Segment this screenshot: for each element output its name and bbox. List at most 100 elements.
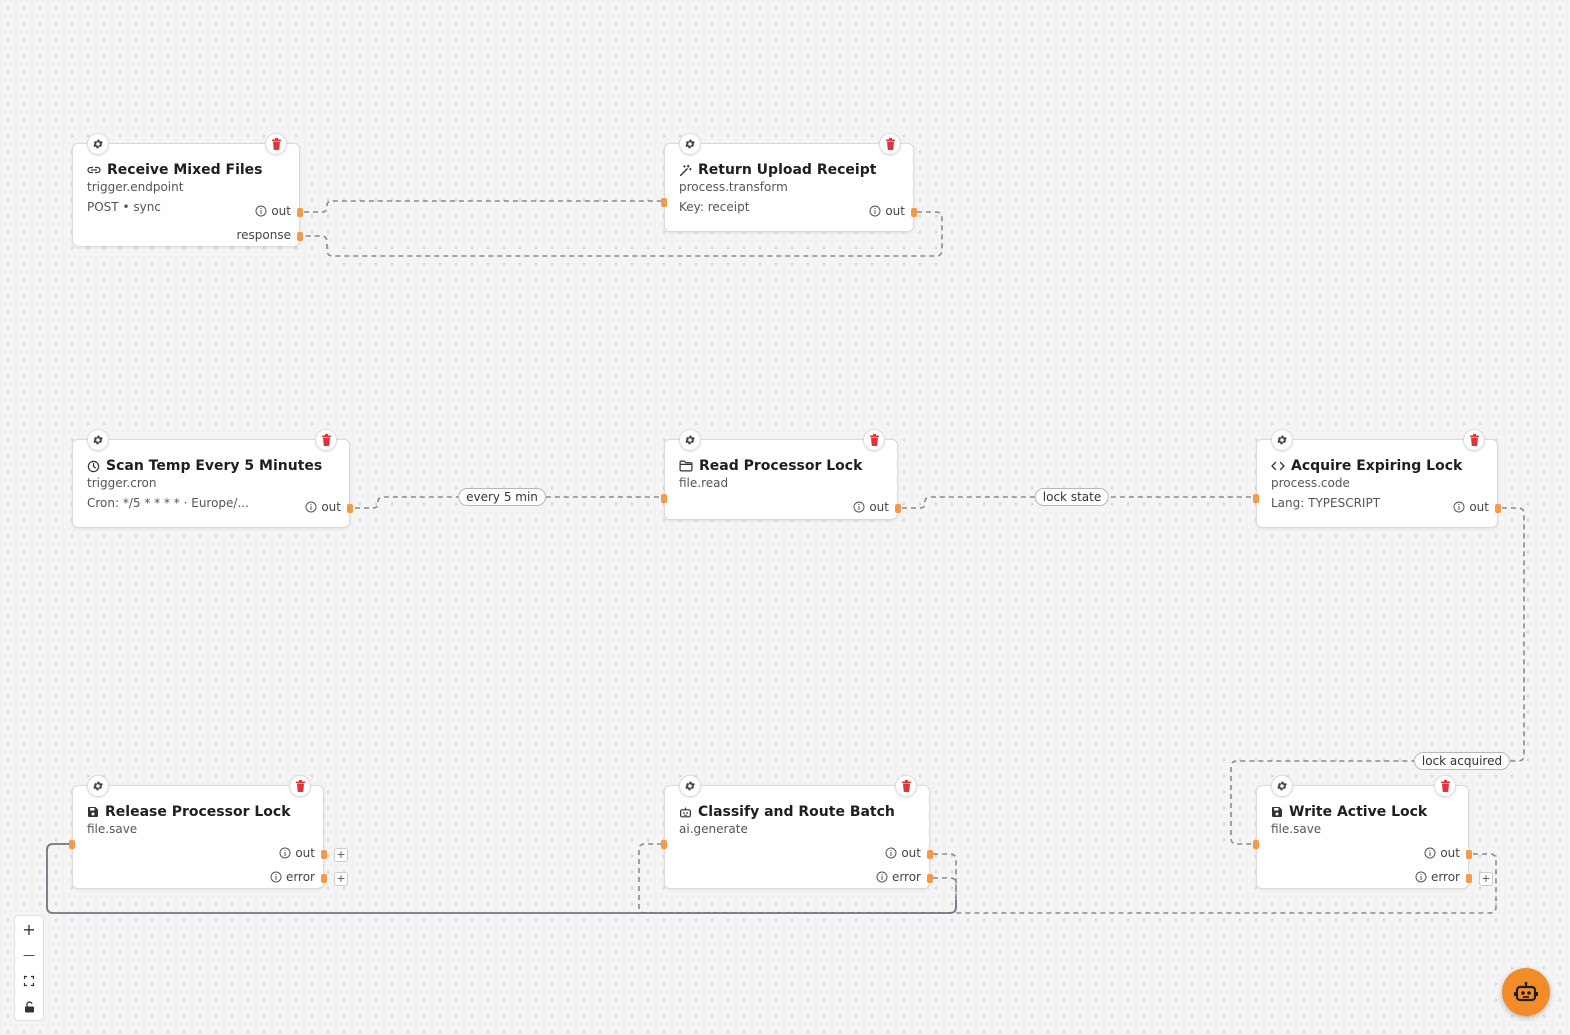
output-port-out[interactable] (911, 208, 917, 217)
edge-label-every-5-min[interactable]: every 5 min (458, 488, 546, 506)
port-label-error: error (891, 870, 921, 884)
output-port-row-response: response (232, 228, 299, 242)
trash-icon (1440, 780, 1450, 792)
node-release-processor-lock[interactable]: Release Processor Lock file.save out err… (69, 775, 348, 889)
node-delete-button[interactable] (315, 429, 337, 451)
workflow-canvas[interactable]: every 5 min lock state lock acquired Rec… (0, 0, 1570, 1035)
node-settings-button[interactable] (679, 133, 701, 155)
output-port-out[interactable] (1466, 850, 1472, 859)
info-icon (279, 847, 291, 859)
clock-icon (87, 460, 100, 472)
node-delete-button[interactable] (265, 133, 287, 155)
input-port[interactable] (661, 198, 667, 207)
output-port-error[interactable] (927, 874, 933, 883)
output-port-out[interactable] (347, 504, 353, 513)
output-port-row-out: out (869, 204, 913, 218)
node-delete-button[interactable] (879, 133, 901, 155)
node-settings-button[interactable] (679, 775, 701, 797)
node-settings-button[interactable] (679, 429, 701, 451)
node-type: process.transform (679, 180, 788, 194)
input-port[interactable] (1253, 494, 1259, 503)
input-port[interactable] (661, 494, 667, 503)
input-port[interactable] (69, 840, 75, 849)
info-icon (1424, 847, 1436, 859)
output-port-row-error: error (270, 870, 323, 884)
output-port-error[interactable] (1466, 874, 1472, 883)
node-delete-button[interactable] (1434, 775, 1456, 797)
node-title: Acquire Expiring Lock (1271, 458, 1462, 474)
output-port-out[interactable] (1495, 504, 1501, 513)
gear-icon (685, 139, 695, 149)
gear-icon (93, 781, 103, 791)
trash-icon (271, 138, 281, 150)
robot-icon (680, 807, 691, 817)
info-icon (885, 847, 897, 859)
output-port-row-out: out (1453, 500, 1497, 514)
info-icon (876, 871, 888, 883)
node-type: file.save (1271, 822, 1322, 836)
node-settings-button[interactable] (1271, 429, 1293, 451)
code-icon (1271, 461, 1285, 471)
port-label-out: out (869, 500, 889, 514)
assistant-button[interactable] (1502, 968, 1550, 1016)
edge-label-lock-acquired[interactable]: lock acquired (1413, 752, 1511, 770)
node-delete-button[interactable] (289, 775, 311, 797)
node-settings-button[interactable] (87, 775, 109, 797)
info-icon (1415, 871, 1427, 883)
link-icon (87, 166, 101, 174)
output-port-response[interactable] (297, 232, 303, 241)
add-connection-button-error[interactable]: + (1479, 872, 1493, 886)
output-port-row-error: error (1415, 870, 1468, 884)
trash-icon (321, 434, 331, 446)
node-scan-temp[interactable]: Scan Temp Every 5 Minutes trigger.cron C… (72, 429, 353, 528)
output-port-out[interactable] (895, 504, 901, 513)
node-title: Release Processor Lock (87, 804, 291, 820)
output-port-out[interactable] (927, 850, 933, 859)
node-type: file.read (679, 476, 729, 490)
node-acquire-expiring-lock[interactable]: Acquire Expiring Lock process.code Lang:… (1253, 429, 1501, 528)
edge-classify-error (933, 877, 957, 907)
fit-view-icon (23, 975, 35, 987)
node-detail: Cron: */5 * * * * · Europe/... (87, 496, 249, 510)
node-title: Return Upload Receipt (679, 162, 876, 178)
node-settings-button[interactable] (87, 133, 109, 155)
port-label-error: error (1430, 870, 1460, 884)
node-delete-button[interactable] (863, 429, 885, 451)
gear-icon (93, 139, 103, 149)
zoom-in-button[interactable]: + (15, 916, 43, 942)
node-classify-route-batch[interactable]: Classify and Route Batch ai.generate out… (661, 775, 933, 889)
node-delete-button[interactable] (1463, 429, 1485, 451)
save-icon (1272, 807, 1282, 817)
add-connection-button-out[interactable]: + (334, 848, 348, 862)
output-port-row-out: out (255, 204, 299, 218)
node-receive-mixed-files[interactable]: Receive Mixed Files trigger.endpoint POS… (72, 133, 303, 247)
node-settings-button[interactable] (87, 429, 109, 451)
node-delete-button[interactable] (895, 775, 917, 797)
port-label-out: out (1440, 846, 1460, 860)
input-port[interactable] (1253, 840, 1259, 849)
gear-icon (1277, 435, 1287, 445)
input-port[interactable] (661, 840, 667, 849)
magic-wand-icon (679, 164, 692, 176)
zoom-out-button[interactable]: — (15, 942, 43, 968)
gear-icon (685, 781, 695, 791)
port-label-out: out (885, 204, 905, 218)
output-port-out[interactable] (321, 850, 327, 859)
node-read-processor-lock[interactable]: Read Processor Lock file.read out (661, 429, 901, 520)
lock-toggle-button[interactable] (15, 994, 43, 1020)
node-return-upload-receipt[interactable]: Return Upload Receipt process.transform … (661, 133, 917, 232)
add-connection-button-error[interactable]: + (334, 872, 348, 886)
output-port-error[interactable] (321, 874, 327, 883)
edge-label-lock-state[interactable]: lock state (1034, 488, 1110, 506)
fit-view-button[interactable] (15, 968, 43, 994)
node-type: file.save (87, 822, 138, 836)
node-settings-button[interactable] (1271, 775, 1293, 797)
output-port-out[interactable] (297, 208, 303, 217)
node-title: Scan Temp Every 5 Minutes (87, 458, 322, 474)
output-port-row-error: error (876, 870, 929, 884)
port-label-response: response (236, 228, 291, 242)
gear-icon (93, 435, 103, 445)
port-label-out: out (901, 846, 921, 860)
node-title: Read Processor Lock (679, 458, 862, 474)
node-write-active-lock[interactable]: Write Active Lock file.save out error + (1253, 775, 1493, 889)
